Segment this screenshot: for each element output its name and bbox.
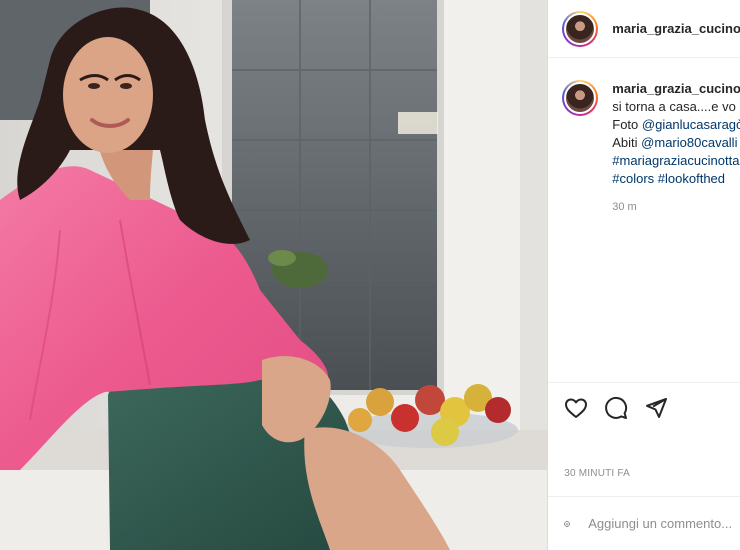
- caption-line-3-prefix: Abiti: [612, 135, 642, 150]
- caption-line-1: si torna a casa....e vo: [612, 99, 736, 114]
- comment-icon[interactable]: [604, 396, 628, 420]
- photo-illustration: [0, 0, 548, 550]
- caption-line-2: Foto @gianlucasaragò: [612, 116, 740, 134]
- caption-username[interactable]: maria_grazia_cucinotta: [612, 80, 740, 98]
- post-actions: [548, 382, 740, 432]
- caption-line-2-prefix: Foto: [612, 117, 642, 132]
- clothes-tag-link[interactable]: @mario80cavalli: [641, 135, 737, 150]
- instagram-post: maria_grazia_cucinotta maria_grazia_cuci…: [0, 0, 740, 550]
- caption-line-3: Abiti @mario80cavalli: [612, 134, 740, 152]
- avatar[interactable]: [562, 10, 599, 47]
- comment-box: [548, 496, 740, 550]
- caption-row: maria_grazia_cucinotta si torna a casa..…: [562, 80, 740, 216]
- caption-avatar[interactable]: [562, 80, 599, 116]
- emoji-icon[interactable]: [564, 512, 571, 536]
- post-timestamp[interactable]: 30 MINUTI FA: [564, 468, 630, 479]
- username-link[interactable]: maria_grazia_cucinotta: [612, 21, 740, 36]
- avatar-image: [564, 12, 597, 45]
- share-icon[interactable]: [644, 396, 668, 420]
- post-side-panel: maria_grazia_cucinotta maria_grazia_cuci…: [547, 0, 740, 550]
- post-photo[interactable]: [0, 0, 548, 550]
- caption-text: maria_grazia_cucinotta si torna a casa..…: [612, 80, 740, 216]
- hashtag-link-1[interactable]: #mariagraziacucinotta: [612, 152, 740, 170]
- caption-time: 30 m: [612, 201, 637, 213]
- heart-icon[interactable]: [564, 396, 588, 420]
- hashtag-link-2[interactable]: #colors #lookofthed: [612, 170, 740, 188]
- comment-input[interactable]: [586, 515, 740, 532]
- caption-avatar-image: [564, 82, 597, 114]
- caption: maria_grazia_cucinotta si torna a casa..…: [548, 58, 740, 216]
- photographer-tag-link[interactable]: @gianlucasaragò: [642, 117, 740, 132]
- post-header: maria_grazia_cucinotta: [548, 0, 740, 58]
